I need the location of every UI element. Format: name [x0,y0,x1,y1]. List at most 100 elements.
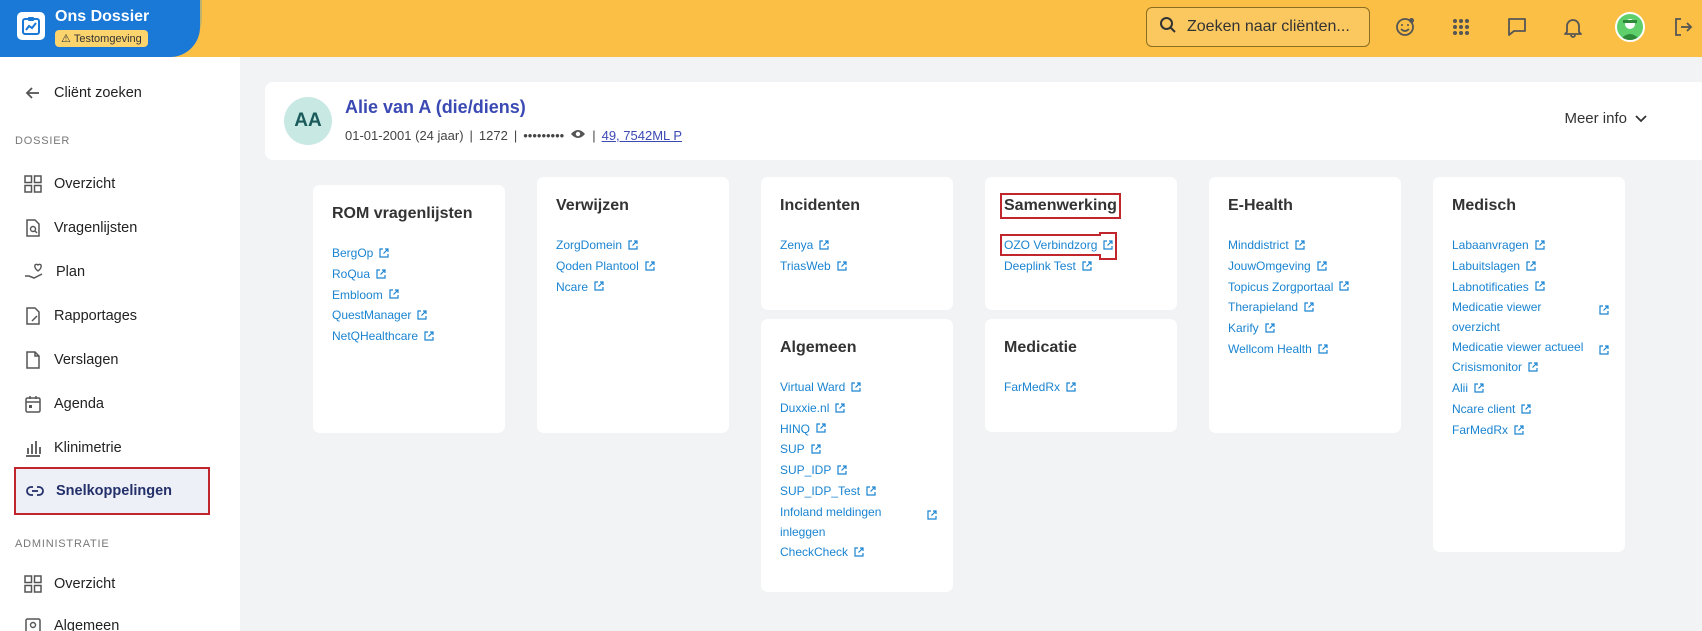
shortcut-link[interactable]: OZO Verbindzorg [999,234,1161,256]
external-link-icon [1339,277,1349,297]
shortcut-link-label: Alii [1452,381,1469,396]
shortcut-link[interactable]: JouwOmgeving [1228,256,1385,277]
shortcut-link-label: NetQHealthcare [332,329,419,344]
sidebar-item-admin-algemeen[interactable]: Algemeen [14,606,228,631]
shortcut-link-label: QuestManager [332,308,412,323]
client-name[interactable]: Alie van A (die/diens) [345,97,526,118]
shortcut-link-label: FarMedRx [1452,422,1509,437]
external-link-icon [1103,236,1113,256]
shortcut-link[interactable]: Labnotificaties [1452,277,1609,298]
shortcut-link[interactable]: Crisismonitor [1452,357,1609,378]
shortcut-link[interactable]: Labaanvragen [1452,235,1609,256]
client-masked-bsn: ••••••••• [523,128,565,143]
sidebar-item-admin-overzicht[interactable]: Overzicht [14,564,228,604]
shortcut-link[interactable]: RoQua [332,264,489,285]
shortcut-link[interactable]: Deeplink Test [1004,256,1161,277]
shortcut-link[interactable]: SUP_IDP_Test [780,481,937,502]
link-list: FarMedRx [1004,377,1161,398]
shortcut-link-label: Crisismonitor [1452,360,1523,375]
user-avatar[interactable] [1615,12,1645,42]
card-title: E-Health [1228,197,1293,214]
brand-area[interactable]: Ons Dossier ⚠ Testomgeving [0,0,200,57]
link-list: ZorgDomein Qoden Plantool Ncare [556,235,713,297]
sidebar-item-overzicht[interactable]: Overzicht [14,164,228,204]
sidebar-item-label: Algemeen [54,618,120,631]
client-meta: 01-01-2001 (24 jaar) | 1272 | ••••••••• … [345,128,682,143]
shortcut-link[interactable]: Virtual Ward [780,377,937,398]
shortcut-link[interactable]: Ncare [556,277,713,298]
back-to-client-search[interactable]: Cliënt zoeken [14,73,228,113]
bell-icon[interactable] [1561,15,1585,39]
sidebar-item-klinimetrie[interactable]: Klinimetrie [14,428,228,468]
card-medicatie: Medicatie FarMedRx [985,319,1177,432]
shortcut-link[interactable]: ZorgDomein [556,235,713,256]
shortcut-link[interactable]: SUP [780,439,937,460]
client-address-link[interactable]: 49, 7542ML P [602,128,682,143]
shortcut-link-label: OZO Verbindzorg [1004,238,1098,252]
sidebar-item-vragenlijsten[interactable]: Vragenlijsten [14,208,228,248]
document-search-icon [26,219,40,237]
shortcut-link[interactable]: Ncare client [1452,399,1609,420]
shortcut-link[interactable]: Embloom [332,285,489,306]
link-list: Virtual Ward Duxxie.nl HINQ SUP SUP_IDP SUP_I… [780,377,937,563]
shortcut-link[interactable]: Karify [1228,318,1385,339]
sidebar-item-verslagen[interactable]: Verslagen [14,340,228,380]
external-link-icon [816,419,826,439]
shortcut-link-label: SUP [780,442,805,457]
shortcut-link-label: CheckCheck [780,544,849,559]
external-link-icon [645,257,655,277]
section-administratie: ADMINISTRATIE [15,538,110,550]
shortcut-link[interactable]: FarMedRx [1004,377,1161,398]
smiley-feedback-icon[interactable] [1393,15,1417,39]
card-verwijzen: Verwijzen ZorgDomein Qoden Plantool Ncare [537,177,729,433]
shortcut-link[interactable]: Therapieland [1228,297,1385,318]
shortcut-link[interactable]: Infoland meldingen inleggen [780,502,937,542]
shortcut-link[interactable]: Minddistrict [1228,235,1385,256]
shortcut-link[interactable]: CheckCheck [780,542,937,563]
arrow-left-icon [25,87,39,99]
shortcut-link[interactable]: BergOp [332,243,489,264]
client-search-input[interactable]: Zoeken naar cliënten... [1146,7,1370,47]
chat-icon[interactable] [1505,15,1529,39]
shortcut-link-label: Minddistrict [1228,238,1289,252]
eye-icon[interactable] [570,128,586,143]
card-medisch: Medisch Labaanvragen Labuitslagen Labnotif… [1433,177,1625,552]
shortcut-link[interactable]: Qoden Plantool [556,256,713,277]
shortcut-link[interactable]: TriasWeb [780,256,937,277]
environment-badge: ⚠ Testomgeving [55,30,148,47]
environment-label: Testomgeving [73,32,142,45]
shortcut-link[interactable]: Zenya [780,235,937,256]
card-rom-vragenlijsten: ROM vragenlijsten BergOp RoQua Embloom Ques… [313,185,505,433]
shortcut-link[interactable]: Duxxie.nl [780,398,937,419]
shortcut-link[interactable]: QuestManager [332,305,489,326]
external-link-icon [594,277,604,297]
meer-info-button[interactable]: Meer info [1564,110,1647,127]
shortcut-link[interactable]: Labuitslagen [1452,256,1609,277]
apps-grid-icon[interactable] [1449,15,1473,39]
shortcut-link-label: HINQ [780,421,810,436]
shortcut-link[interactable]: NetQHealthcare [332,326,489,347]
shortcut-link-label: JouwOmgeving [1228,258,1311,273]
logout-icon[interactable] [1671,15,1695,39]
shortcut-link[interactable]: Topicus Zorgportaal [1228,277,1385,298]
shortcut-link[interactable]: SUP_IDP [780,460,937,481]
shortcut-link-label: Embloom [332,287,383,302]
external-link-icon [837,461,847,481]
shortcut-link[interactable]: FarMedRx [1452,420,1609,441]
app-logo-icon [17,12,45,40]
sidebar-item-agenda[interactable]: Agenda [14,384,228,424]
shortcut-link[interactable]: HINQ [780,419,937,440]
sidebar-item-label: Plan [56,264,86,280]
id-card-icon [25,618,41,631]
shortcut-link[interactable]: Medicatie viewer actueel [1452,337,1609,357]
sidebar-item-plan[interactable]: Plan [14,252,228,292]
external-link-icon [1599,301,1609,321]
shortcut-link[interactable]: Alii [1452,378,1609,399]
document-edit-icon [26,307,40,325]
sidebar-item-rapportages[interactable]: Rapportages [14,296,228,336]
external-link-icon [379,244,389,264]
sidebar-item-snelkoppelingen[interactable]: Snelkoppelingen [14,467,210,515]
shortcut-link[interactable]: Medicatie viewer overzicht [1452,297,1609,337]
external-link-icon [851,378,861,398]
shortcut-link[interactable]: Wellcom Health [1228,339,1385,360]
